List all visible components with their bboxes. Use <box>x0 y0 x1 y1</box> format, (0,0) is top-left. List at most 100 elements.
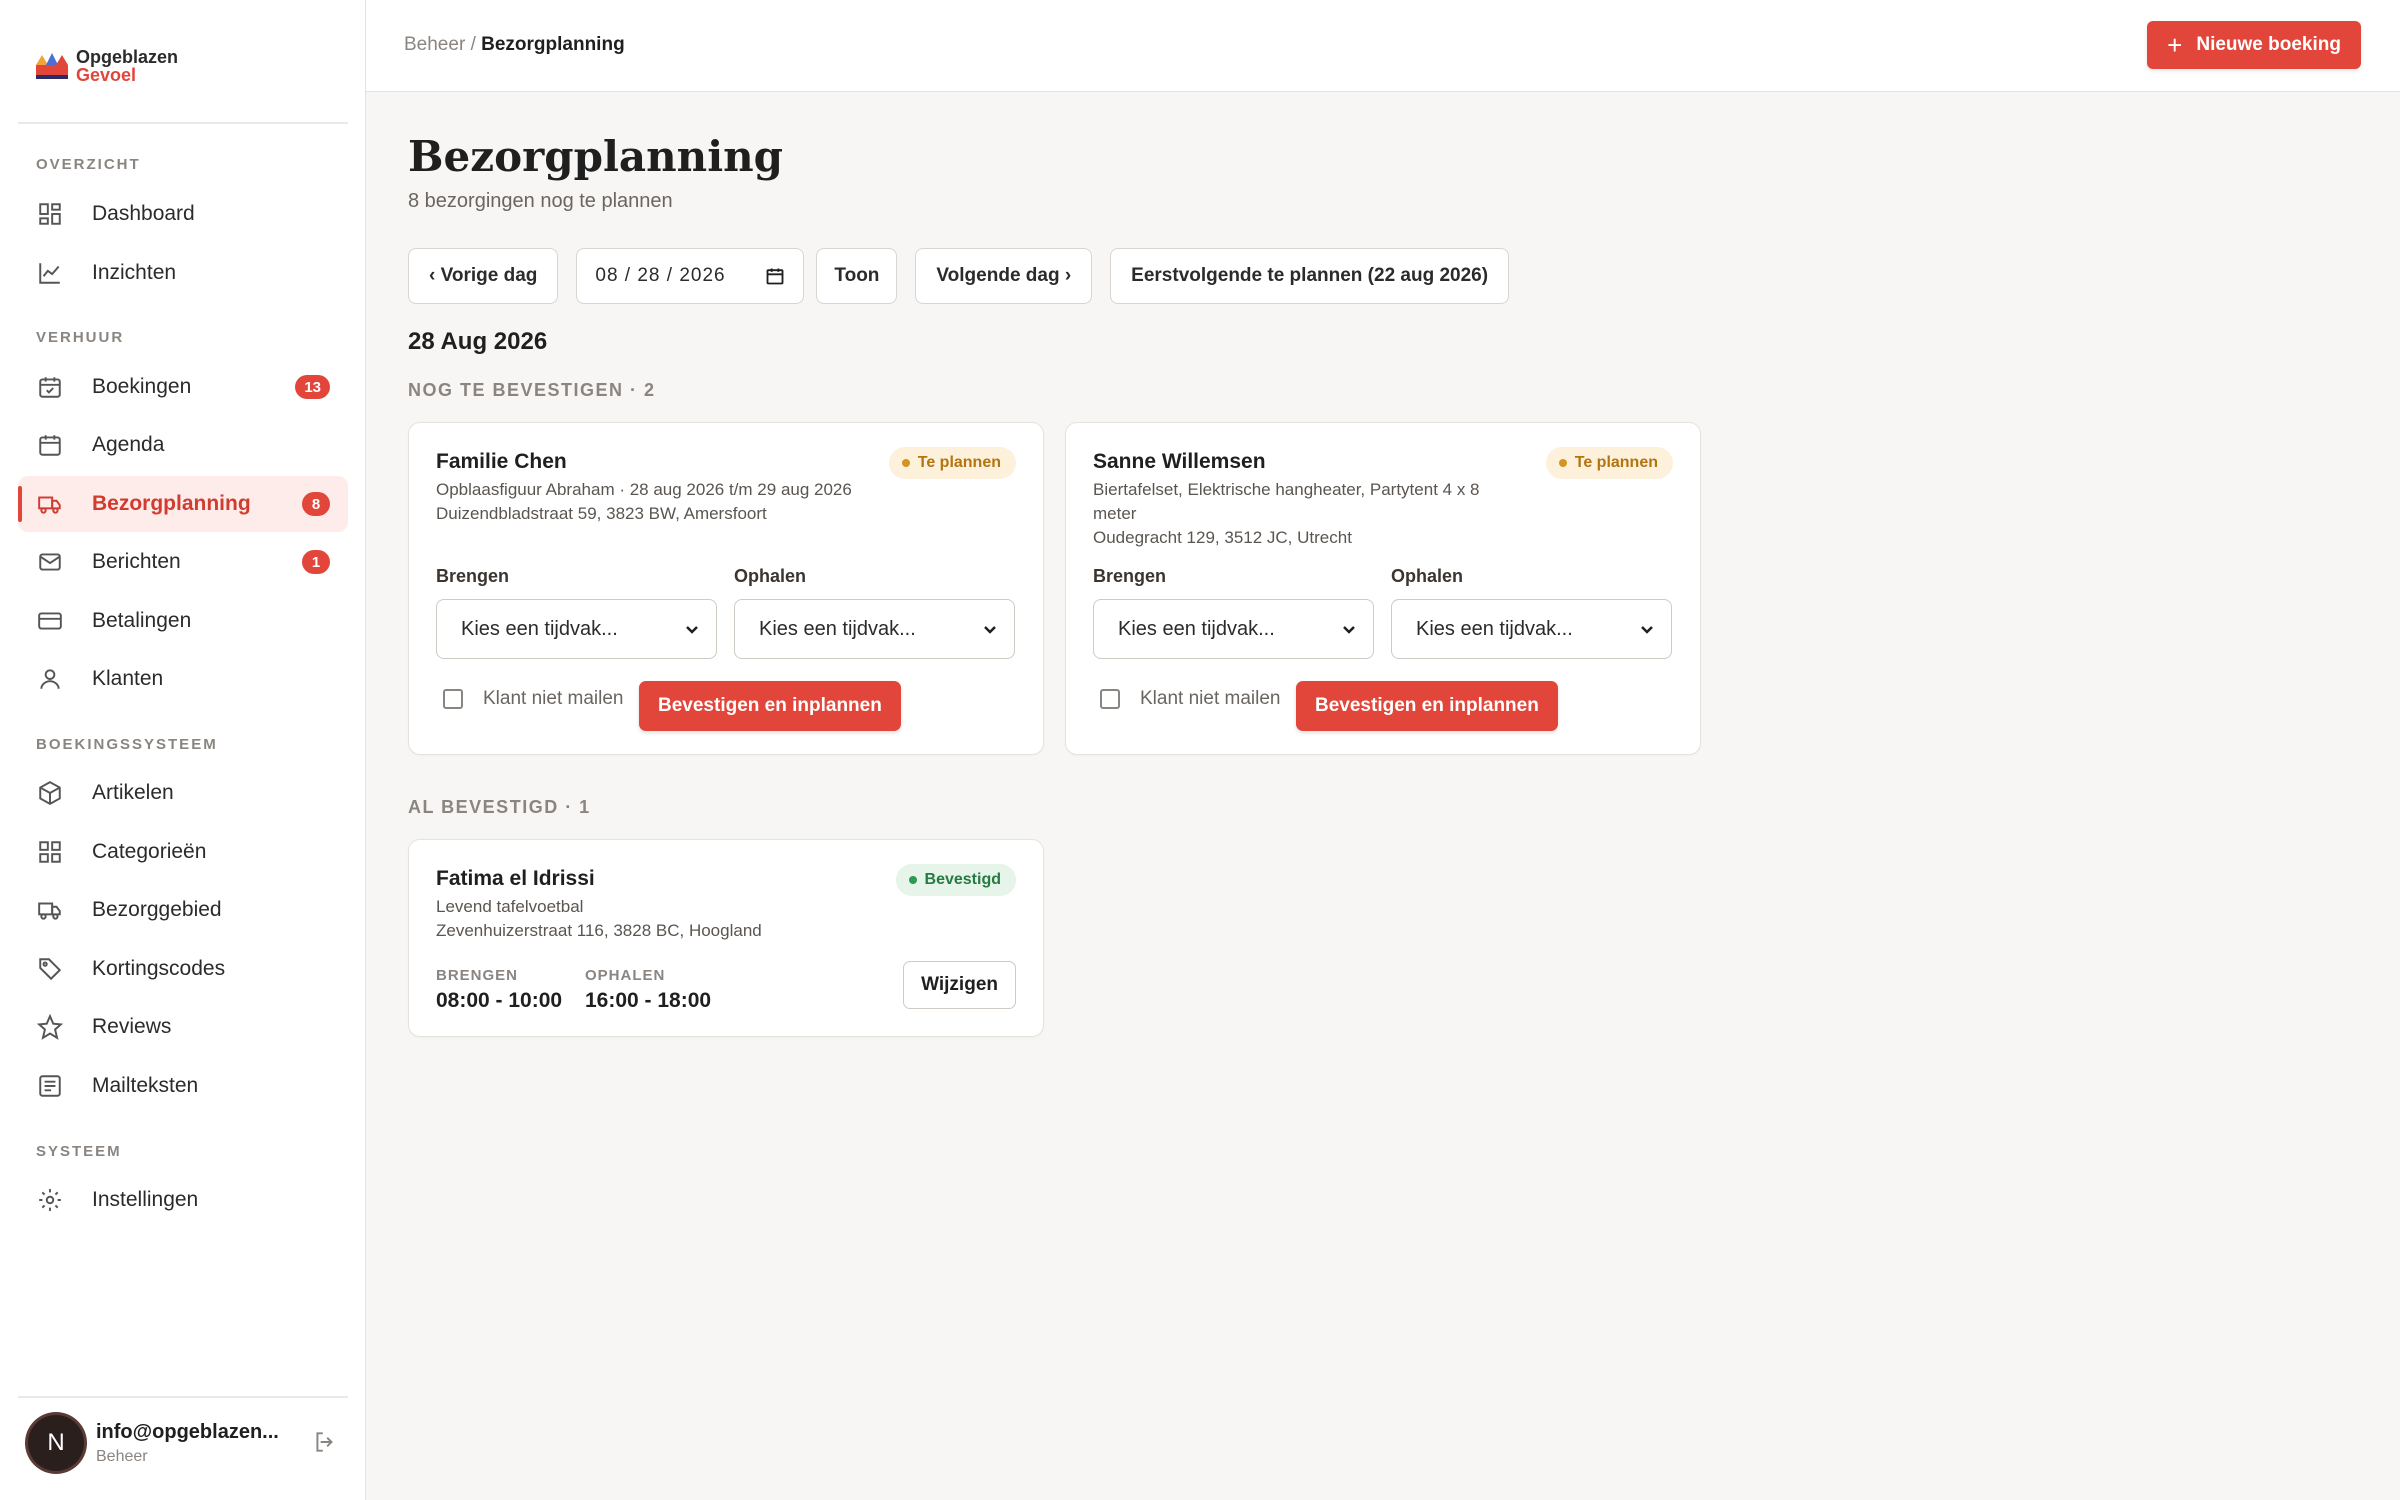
breadcrumb: Beheer / Bezorgplanning <box>404 34 625 56</box>
chart-icon <box>36 259 64 287</box>
topbar: Beheer / Bezorgplanning + Nieuwe boeking <box>366 0 2400 92</box>
sidebar-divider <box>18 1396 348 1398</box>
delivery-address: Duizendbladstraat 59, 3823 BW, Amersfoor… <box>436 504 767 523</box>
customer-name: Familie Chen <box>436 450 567 473</box>
count-badge: 13 <box>295 375 330 399</box>
sidebar-item-label: Klanten <box>92 667 164 690</box>
customer-name: Fatima el Idrissi <box>436 867 595 890</box>
no-mail-label[interactable]: Klant niet mailen <box>1140 688 1280 710</box>
brand-logo[interactable]: Opgeblazen Gevoel <box>34 48 178 84</box>
sidebar-item-bezorgplanning[interactable]: Bezorgplanning 8 <box>18 476 348 532</box>
edit-button[interactable]: Wijzigen <box>903 961 1016 1009</box>
bring-label: Brengen <box>1093 566 1167 586</box>
sidebar-item-label: Inzichten <box>92 261 177 284</box>
dashboard-icon <box>36 200 64 228</box>
count-badge: 8 <box>302 492 330 516</box>
sidebar-item-label: Reviews <box>92 1015 172 1038</box>
sidebar: Opgeblazen Gevoel OVERZICHT Dashboard In… <box>0 0 366 1500</box>
sidebar-item-label: Betalingen <box>92 609 192 632</box>
sidebar-item-boekingen[interactable]: Boekingen 13 <box>18 359 348 415</box>
sidebar-item-mailteksten[interactable]: Mailteksten <box>18 1058 348 1114</box>
sidebar-item-instellingen[interactable]: Instellingen <box>18 1172 348 1228</box>
sidebar-item-label: Bezorgplanning <box>92 492 251 515</box>
count-badge: 1 <box>302 550 330 574</box>
select-value: Kies een tijdvak... <box>1416 617 1573 640</box>
date-input-value: 08 / 28 / 2026 <box>595 265 726 286</box>
previous-day-button[interactable]: ‹ Vorige dag <box>408 248 559 304</box>
sidebar-item-label: Bezorggebied <box>92 898 222 921</box>
select-value: Kies een tijdvak... <box>759 617 916 640</box>
box-icon <box>36 779 64 807</box>
sidebar-item-dashboard[interactable]: Dashboard <box>18 186 348 242</box>
sidebar-item-agenda[interactable]: Agenda <box>18 417 348 473</box>
bring-timeslot-select[interactable]: Kies een tijdvak... <box>1093 599 1374 659</box>
user-icon <box>36 665 64 693</box>
brand-name-line1: Opgeblazen <box>76 47 179 67</box>
user-email: info@opgeblazen... <box>96 1420 279 1443</box>
section-label-systeem: SYSTEEM <box>36 1143 122 1160</box>
section-label-overzicht: OVERZICHT <box>36 156 141 173</box>
confirm-and-schedule-button[interactable]: Bevestigen en inplannen <box>639 681 901 731</box>
sidebar-item-reviews[interactable]: Reviews <box>18 999 348 1055</box>
date-toolbar: ‹ Vorige dag 08 / 28 / 2026 Toon Volgend… <box>408 248 1510 304</box>
sidebar-item-kortingscodes[interactable]: Kortingscodes <box>18 941 348 997</box>
calendar-icon <box>766 268 784 285</box>
pickup-label: OPHALEN <box>585 967 666 984</box>
sidebar-item-berichten[interactable]: Berichten 1 <box>18 534 348 590</box>
pickup-timeslot-select[interactable]: Kies een tijdvak... <box>734 599 1015 659</box>
sidebar-item-inzichten[interactable]: Inzichten <box>18 245 348 301</box>
delivery-address: Zevenhuizerstraat 116, 3828 BC, Hoogland <box>436 921 762 940</box>
new-booking-label: Nieuwe boeking <box>2196 34 2341 55</box>
confirm-and-schedule-button[interactable]: Bevestigen en inplannen <box>1296 681 1558 731</box>
delivery-card: Familie Chen Opblaasfiguur Abraham · 28 … <box>408 422 1044 755</box>
bounce-castle-logo-icon <box>36 53 68 79</box>
date-heading: 28 Aug 2026 <box>408 328 548 355</box>
status-badge: Te plannen <box>888 447 1016 479</box>
pickup-time: 16:00 - 18:00 <box>585 989 712 1012</box>
group-label-pending: NOG TE BEVESTIGEN · 2 <box>408 380 656 400</box>
credit-card-icon <box>36 607 64 635</box>
mail-icon <box>36 548 64 576</box>
next-day-button[interactable]: Volgende dag › <box>915 248 1093 304</box>
new-booking-button[interactable]: + Nieuwe boeking <box>2147 21 2361 69</box>
sidebar-item-label: Berichten <box>92 550 181 573</box>
bring-time: 08:00 - 10:00 <box>436 989 563 1012</box>
show-button[interactable]: Toon <box>816 248 898 304</box>
breadcrumb-separator: / <box>470 34 476 55</box>
chevron-down-icon <box>1343 626 1355 634</box>
chevron-down-icon <box>1641 626 1653 634</box>
status-label: Bevestigd <box>924 871 1001 888</box>
bring-timeslot-select[interactable]: Kies een tijdvak... <box>436 599 717 659</box>
customer-name: Sanne Willemsen <box>1093 450 1266 473</box>
no-mail-label[interactable]: Klant niet mailen <box>483 688 623 710</box>
user-profile[interactable]: N info@opgeblazen... Beheer <box>28 1413 338 1473</box>
star-icon <box>36 1013 64 1041</box>
sidebar-item-bezorggebied[interactable]: Bezorggebied <box>18 882 348 938</box>
status-label: Te plannen <box>1574 454 1658 471</box>
grid-icon <box>36 838 64 866</box>
select-value: Kies een tijdvak... <box>1118 617 1275 640</box>
date-input[interactable]: 08 / 28 / 2026 <box>576 248 805 304</box>
chevron-down-icon <box>686 626 698 634</box>
delivery-address: Oudegracht 129, 3512 JC, Utrecht <box>1093 528 1352 547</box>
breadcrumb-parent[interactable]: Beheer <box>404 34 465 55</box>
no-mail-checkbox[interactable] <box>1100 689 1120 709</box>
logout-icon[interactable] <box>312 1429 338 1460</box>
sidebar-item-artikelen[interactable]: Artikelen <box>18 765 348 821</box>
no-mail-checkbox[interactable] <box>443 689 463 709</box>
breadcrumb-current: Bezorgplanning <box>481 34 625 55</box>
first-to-plan-button[interactable]: Eerstvolgende te plannen (22 aug 2026) <box>1110 248 1510 304</box>
pickup-timeslot-select[interactable]: Kies een tijdvak... <box>1391 599 1672 659</box>
document-icon <box>36 1072 64 1100</box>
sidebar-item-label: Mailteksten <box>92 1074 199 1097</box>
rental-items: Opblaasfiguur Abraham · 28 aug 2026 t/m … <box>436 480 852 499</box>
truck-icon <box>36 896 64 924</box>
delivery-card-confirmed: Fatima el Idrissi Levend tafelvoetbal Ze… <box>408 839 1044 1037</box>
select-value: Kies een tijdvak... <box>461 617 618 640</box>
pickup-label: Ophalen <box>734 566 807 586</box>
page-subtitle: 8 bezorgingen nog te plannen <box>408 190 673 212</box>
sidebar-item-categorieen[interactable]: Categorieën <box>18 824 348 880</box>
sidebar-item-betalingen[interactable]: Betalingen <box>18 593 348 649</box>
avatar: N <box>28 1415 84 1471</box>
sidebar-item-klanten[interactable]: Klanten <box>18 651 348 707</box>
